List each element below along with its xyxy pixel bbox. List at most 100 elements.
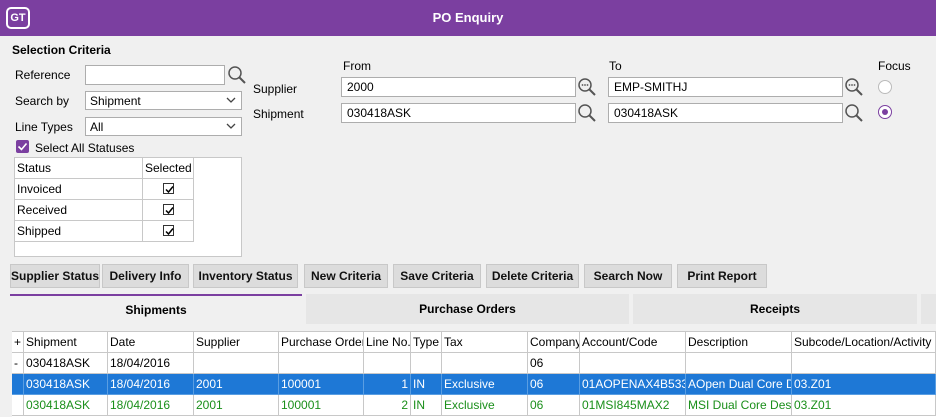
column-header[interactable]: Supplier [194, 332, 279, 353]
status-selected-cell[interactable] [143, 179, 194, 200]
status-row: Invoiced [15, 179, 194, 200]
reference-input[interactable] [85, 65, 225, 85]
new-criteria-button[interactable]: New Criteria [304, 264, 388, 288]
supplier-from-input[interactable]: 2000 [341, 77, 576, 97]
table-cell: 100001 [279, 395, 364, 416]
print-report-button[interactable]: Print Report [677, 264, 767, 288]
table-cell [364, 353, 411, 374]
from-label: From [343, 59, 371, 73]
table-cell: 030418ASK [24, 353, 108, 374]
tab-shipments[interactable]: Shipments [10, 294, 302, 324]
table-cell [411, 353, 442, 374]
lookup-icon[interactable] [844, 77, 864, 97]
column-header[interactable]: Line No. [364, 332, 411, 353]
check-icon [164, 228, 174, 236]
checkbox[interactable] [162, 225, 174, 236]
reference-label: Reference [15, 68, 71, 82]
table-cell [792, 353, 936, 374]
status-name: Invoiced [15, 179, 143, 200]
table-cell: 06 [528, 353, 580, 374]
column-header[interactable]: Subcode/Location/Activity [792, 332, 936, 353]
select-all-label: Select All Statuses [35, 141, 135, 155]
shipments-grid: + Shipment Date Supplier Purchase Order … [12, 331, 936, 417]
column-header[interactable]: Type [411, 332, 442, 353]
table-cell: 01MSI845MAX2 [580, 395, 686, 416]
table-cell: 18/04/2016 [108, 374, 194, 395]
line-types-select[interactable]: All [85, 117, 242, 136]
status-selected-cell[interactable] [143, 200, 194, 221]
delivery-info-button[interactable]: Delivery Info [102, 264, 189, 288]
search-by-select[interactable]: Shipment [85, 91, 242, 110]
search-icon[interactable] [844, 103, 864, 123]
chevron-down-icon [226, 97, 236, 103]
status-row: Received [15, 200, 194, 221]
inventory-status-button[interactable]: Inventory Status [193, 264, 298, 288]
lookup-icon[interactable] [577, 77, 597, 97]
checkbox[interactable] [162, 204, 174, 215]
search-icon[interactable] [577, 103, 597, 123]
supplier-focus-radio[interactable] [878, 80, 892, 94]
supplier-status-button[interactable]: Supplier Status [10, 264, 100, 288]
table-cell [442, 353, 528, 374]
table-cell: 2001 [194, 374, 279, 395]
selected-header: Selected [143, 158, 194, 179]
shipment-to-input[interactable]: 030418ASK [608, 103, 843, 123]
table-cell: IN [411, 395, 442, 416]
table-cell: Exclusive [442, 374, 528, 395]
line-types-label: Line Types [15, 120, 73, 134]
tab-purchase-orders[interactable]: Purchase Orders [306, 294, 629, 324]
collapse-toggle[interactable]: - [12, 353, 24, 374]
table-cell: 030418ASK [24, 395, 108, 416]
supplier-to-input[interactable]: EMP-SMITHJ [608, 77, 843, 97]
table-cell [580, 353, 686, 374]
shipment-from-input[interactable]: 030418ASK [341, 103, 576, 123]
table-cell: 2 [364, 395, 411, 416]
shipment-focus-radio[interactable] [878, 105, 892, 119]
search-by-value: Shipment [90, 94, 141, 108]
status-header: Status [15, 158, 143, 179]
table-cell: 100001 [279, 374, 364, 395]
save-criteria-button[interactable]: Save Criteria [393, 264, 481, 288]
column-header[interactable]: Company [528, 332, 580, 353]
column-header[interactable]: Account/Code [580, 332, 686, 353]
tab-overflow[interactable] [921, 294, 936, 324]
select-all-checkbox[interactable] [16, 140, 29, 153]
table-cell: 1 [364, 374, 411, 395]
status-selected-cell[interactable] [143, 221, 194, 242]
tab-receipts[interactable]: Receipts [633, 294, 917, 324]
table-cell [12, 395, 24, 416]
table-cell: 01AOPENAX4B533 [580, 374, 686, 395]
table-cell: 03.Z01 [792, 395, 936, 416]
table-cell: 2001 [194, 395, 279, 416]
table-cell [12, 374, 24, 395]
table-cell: 18/04/2016 [108, 353, 194, 374]
checkbox[interactable] [162, 183, 174, 194]
focus-label: Focus [878, 59, 911, 73]
column-header[interactable]: Shipment [24, 332, 108, 353]
table-cell: IN [411, 374, 442, 395]
status-header-row: Status Selected [15, 158, 194, 179]
check-icon [164, 207, 174, 215]
search-icon[interactable] [227, 65, 247, 85]
status-name: Received [15, 200, 143, 221]
status-table: Status Selected Invoiced Received Shippe… [14, 157, 242, 257]
table-cell: 030418ASK [24, 374, 108, 395]
table-cell: 06 [528, 374, 580, 395]
column-header[interactable]: Tax [442, 332, 528, 353]
title-bar: GT PO Enquiry [0, 0, 936, 36]
table-cell [194, 353, 279, 374]
chevron-down-icon [226, 123, 236, 129]
column-header[interactable]: Purchase Order [279, 332, 364, 353]
column-header[interactable]: Description [686, 332, 792, 353]
status-name: Shipped [15, 221, 143, 242]
expand-column-header[interactable]: + [12, 332, 24, 353]
table-cell: 06 [528, 395, 580, 416]
line-types-value: All [90, 120, 104, 134]
table-cell [686, 353, 792, 374]
delete-criteria-button[interactable]: Delete Criteria [486, 264, 579, 288]
search-now-button[interactable]: Search Now [584, 264, 672, 288]
table-cell: 03.Z01 [792, 374, 936, 395]
column-header[interactable]: Date [108, 332, 194, 353]
supplier-label: Supplier [253, 82, 298, 96]
to-label: To [609, 59, 622, 73]
